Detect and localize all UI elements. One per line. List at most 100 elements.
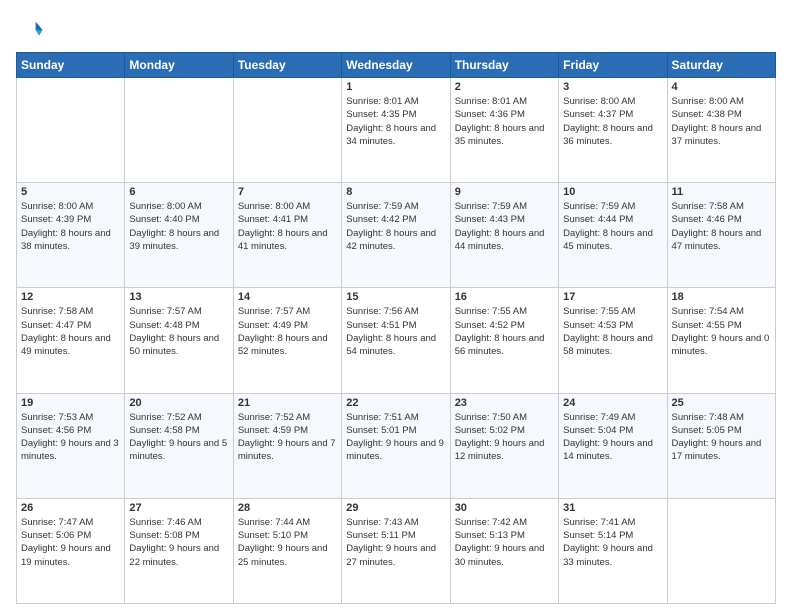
day-info: Sunrise: 7:43 AMSunset: 5:11 PMDaylight:… [346, 516, 445, 569]
day-cell: 14Sunrise: 7:57 AMSunset: 4:49 PMDayligh… [233, 288, 341, 393]
day-number: 24 [563, 397, 662, 409]
day-number: 20 [129, 397, 228, 409]
day-info: Sunrise: 8:01 AMSunset: 4:35 PMDaylight:… [346, 95, 445, 148]
day-cell: 31Sunrise: 7:41 AMSunset: 5:14 PMDayligh… [559, 498, 667, 603]
day-cell: 21Sunrise: 7:52 AMSunset: 4:59 PMDayligh… [233, 393, 341, 498]
day-cell [17, 78, 125, 183]
day-cell: 7 Sunrise: 8:00 AMSunset: 4:41 PMDaylight… [233, 183, 341, 288]
day-number: 12 [21, 291, 120, 303]
day-number: 18 [672, 291, 771, 303]
week-row-3: 19Sunrise: 7:53 AMSunset: 4:56 PMDayligh… [17, 393, 776, 498]
day-info: Sunrise: 7:51 AMSunset: 5:01 PMDaylight:… [346, 411, 445, 464]
day-number: 29 [346, 502, 445, 514]
day-info: Sunrise: 7:48 AMSunset: 5:05 PMDaylight:… [672, 411, 771, 464]
day-info: Sunrise: 7:46 AMSunset: 5:08 PMDaylight:… [129, 516, 228, 569]
day-number: 25 [672, 397, 771, 409]
day-info: Sunrise: 7:44 AMSunset: 5:10 PMDaylight:… [238, 516, 337, 569]
weekday-header-friday: Friday [559, 53, 667, 78]
day-info: Sunrise: 7:59 AMSunset: 4:42 PMDaylight:… [346, 200, 445, 253]
day-cell: 10 Sunrise: 7:59 AMSunset: 4:44 PMDayligh… [559, 183, 667, 288]
day-number: 7 [238, 186, 337, 198]
weekday-header-row: SundayMondayTuesdayWednesdayThursdayFrid… [17, 53, 776, 78]
week-row-1: 5Sunrise: 8:00 AMSunset: 4:39 PMDaylight… [17, 183, 776, 288]
day-info: Sunrise: 8:00 AMSunset: 4:37 PMDaylight:… [563, 95, 662, 148]
day-cell: 25 Sunrise: 7:48 AMSunset: 5:05 PMDayligh… [667, 393, 775, 498]
day-cell: 5Sunrise: 8:00 AMSunset: 4:39 PMDaylight… [17, 183, 125, 288]
day-info: Sunrise: 7:56 AMSunset: 4:51 PMDaylight:… [346, 305, 445, 358]
weekday-header-thursday: Thursday [450, 53, 558, 78]
day-number: 2 [455, 81, 554, 93]
day-cell: 20 Sunrise: 7:52 AMSunset: 4:58 PMDayligh… [125, 393, 233, 498]
day-info: Sunrise: 8:00 AMSunset: 4:38 PMDaylight:… [672, 95, 771, 148]
day-info: Sunrise: 8:00 AMSunset: 4:40 PMDaylight:… [129, 200, 228, 253]
day-info: Sunrise: 7:59 AMSunset: 4:44 PMDaylight:… [563, 200, 662, 253]
day-cell: 13Sunrise: 7:57 AMSunset: 4:48 PMDayligh… [125, 288, 233, 393]
day-cell: 18 Sunrise: 7:54 AMSunset: 4:55 PMDayligh… [667, 288, 775, 393]
day-cell: 30 Sunrise: 7:42 AMSunset: 5:13 PMDayligh… [450, 498, 558, 603]
day-cell: 2 Sunrise: 8:01 AMSunset: 4:36 PMDaylight… [450, 78, 558, 183]
day-number: 31 [563, 502, 662, 514]
day-number: 6 [129, 186, 228, 198]
day-cell: 22 Sunrise: 7:51 AMSunset: 5:01 PMDayligh… [342, 393, 450, 498]
day-cell: 27 Sunrise: 7:46 AMSunset: 5:08 PMDayligh… [125, 498, 233, 603]
day-cell [125, 78, 233, 183]
day-info: Sunrise: 7:57 AMSunset: 4:48 PMDaylight:… [129, 305, 228, 358]
day-cell: 11 Sunrise: 7:58 AMSunset: 4:46 PMDayligh… [667, 183, 775, 288]
day-number: 21 [238, 397, 337, 409]
day-number: 1 [346, 81, 445, 93]
day-number: 30 [455, 502, 554, 514]
week-row-4: 26 Sunrise: 7:47 AMSunset: 5:06 PMDayligh… [17, 498, 776, 603]
day-number: 4 [672, 81, 771, 93]
week-row-2: 12Sunrise: 7:58 AMSunset: 4:47 PMDayligh… [17, 288, 776, 393]
day-number: 3 [563, 81, 662, 93]
day-cell: 9Sunrise: 7:59 AMSunset: 4:43 PMDaylight… [450, 183, 558, 288]
day-cell: 1 Sunrise: 8:01 AMSunset: 4:35 PMDaylight… [342, 78, 450, 183]
day-number: 27 [129, 502, 228, 514]
day-info: Sunrise: 7:55 AMSunset: 4:53 PMDaylight:… [563, 305, 662, 358]
day-cell: 29 Sunrise: 7:43 AMSunset: 5:11 PMDayligh… [342, 498, 450, 603]
day-number: 16 [455, 291, 554, 303]
day-cell: 6 Sunrise: 8:00 AMSunset: 4:40 PMDaylight… [125, 183, 233, 288]
day-info: Sunrise: 7:42 AMSunset: 5:13 PMDaylight:… [455, 516, 554, 569]
day-info: Sunrise: 7:49 AMSunset: 5:04 PMDaylight:… [563, 411, 662, 464]
day-info: Sunrise: 8:00 AMSunset: 4:41 PMDaylight:… [238, 200, 337, 253]
weekday-header-saturday: Saturday [667, 53, 775, 78]
day-number: 23 [455, 397, 554, 409]
day-cell: 17 Sunrise: 7:55 AMSunset: 4:53 PMDayligh… [559, 288, 667, 393]
day-number: 28 [238, 502, 337, 514]
day-info: Sunrise: 8:00 AMSunset: 4:39 PMDaylight:… [21, 200, 120, 253]
logo [16, 16, 48, 44]
day-cell: 26 Sunrise: 7:47 AMSunset: 5:06 PMDayligh… [17, 498, 125, 603]
calendar-table: SundayMondayTuesdayWednesdayThursdayFrid… [16, 52, 776, 604]
day-info: Sunrise: 7:52 AMSunset: 4:58 PMDaylight:… [129, 411, 228, 464]
day-number: 10 [563, 186, 662, 198]
day-info: Sunrise: 7:55 AMSunset: 4:52 PMDaylight:… [455, 305, 554, 358]
day-number: 8 [346, 186, 445, 198]
day-number: 17 [563, 291, 662, 303]
day-number: 11 [672, 186, 771, 198]
day-info: Sunrise: 7:57 AMSunset: 4:49 PMDaylight:… [238, 305, 337, 358]
weekday-header-sunday: Sunday [17, 53, 125, 78]
day-cell: 24 Sunrise: 7:49 AMSunset: 5:04 PMDayligh… [559, 393, 667, 498]
day-info: Sunrise: 7:47 AMSunset: 5:06 PMDaylight:… [21, 516, 120, 569]
day-info: Sunrise: 7:50 AMSunset: 5:02 PMDaylight:… [455, 411, 554, 464]
day-number: 9 [455, 186, 554, 198]
day-cell [233, 78, 341, 183]
day-info: Sunrise: 7:53 AMSunset: 4:56 PMDaylight:… [21, 411, 120, 464]
page: SundayMondayTuesdayWednesdayThursdayFrid… [0, 0, 792, 612]
day-number: 22 [346, 397, 445, 409]
week-row-0: 1 Sunrise: 8:01 AMSunset: 4:35 PMDaylight… [17, 78, 776, 183]
weekday-header-tuesday: Tuesday [233, 53, 341, 78]
day-cell: 19Sunrise: 7:53 AMSunset: 4:56 PMDayligh… [17, 393, 125, 498]
day-cell: 12Sunrise: 7:58 AMSunset: 4:47 PMDayligh… [17, 288, 125, 393]
day-cell: 23 Sunrise: 7:50 AMSunset: 5:02 PMDayligh… [450, 393, 558, 498]
header [16, 16, 776, 44]
day-info: Sunrise: 8:01 AMSunset: 4:36 PMDaylight:… [455, 95, 554, 148]
day-cell [667, 498, 775, 603]
day-info: Sunrise: 7:58 AMSunset: 4:46 PMDaylight:… [672, 200, 771, 253]
day-number: 26 [21, 502, 120, 514]
weekday-header-monday: Monday [125, 53, 233, 78]
day-info: Sunrise: 7:54 AMSunset: 4:55 PMDaylight:… [672, 305, 771, 358]
day-cell: 16 Sunrise: 7:55 AMSunset: 4:52 PMDayligh… [450, 288, 558, 393]
day-cell: 15Sunrise: 7:56 AMSunset: 4:51 PMDayligh… [342, 288, 450, 393]
